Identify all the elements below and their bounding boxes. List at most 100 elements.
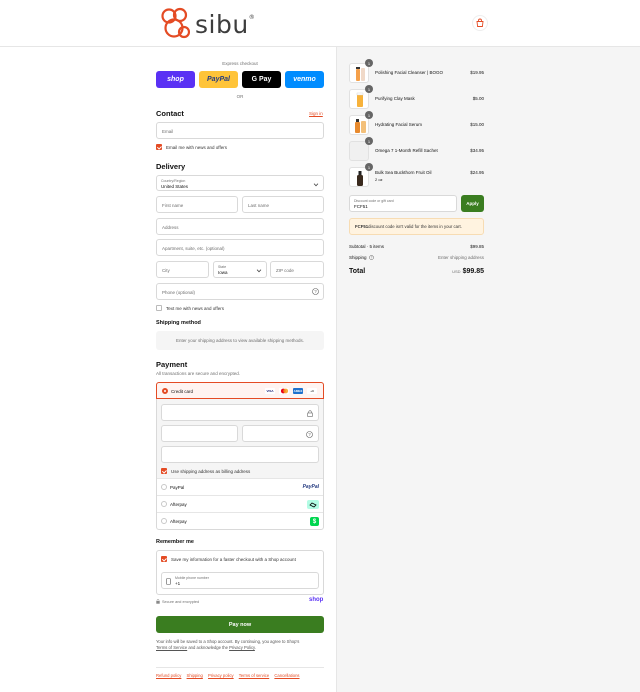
product-name: Polishing Facial Cleanser | BOGO [375,70,443,75]
more-cards-badge: +3 [307,388,317,394]
cashapp-afterpay-radio[interactable] [161,518,167,524]
shop-pay-button[interactable]: shop [156,71,195,88]
subtotal-label: Subtotal · 5 items [349,244,385,249]
privacy-link[interactable]: Privacy Policy [229,645,255,650]
amex-icon: AMEX [293,388,303,394]
brand-logo[interactable]: sibu® [160,7,255,41]
contact-heading: Contact [156,109,184,118]
footer-links: Refund policy Shipping Privacy policy Te… [156,673,304,678]
last-name-field[interactable]: Last name [242,196,324,213]
brand-name: sibu® [195,9,256,39]
billing-address-label: Use shipping address as billing address [171,468,251,474]
shipping-link[interactable]: Shipping [187,673,203,678]
shipping-value: Enter shipping address [437,255,484,260]
terms-of-service-link[interactable]: Terms of service [239,673,269,678]
paypal-button[interactable]: PayPal [199,71,238,88]
help-icon[interactable]: ? [368,255,374,260]
chevron-down-icon [256,267,262,273]
shipping-notice: Enter your shipping address to view avai… [156,331,324,350]
state-select[interactable]: State Iowa [213,261,267,278]
text-news-checkbox[interactable] [156,305,162,311]
phone-icon [166,578,171,585]
cash-app-icon: $ [310,517,319,526]
chevron-down-icon [313,181,319,187]
shop-logo: shop [309,597,324,603]
zip-field[interactable]: ZIP code [270,261,324,278]
cashapp-afterpay-option[interactable]: Afterpay $ [157,512,323,529]
help-icon[interactable]: ? [306,431,313,438]
privacy-policy-link[interactable]: Privacy policy [208,673,234,678]
product-price: $24.95 [470,170,484,175]
total-amount: USD $99.85 [452,268,484,275]
email-field[interactable]: Email [156,122,324,139]
subtotal-value: $99.85 [470,244,484,249]
save-info-checkbox[interactable] [161,556,167,562]
name-on-card-field[interactable] [161,446,319,463]
product-variant: 2 oz [375,177,383,182]
footer-divider [156,667,324,668]
order-summary [336,47,640,692]
mobile-phone-field[interactable]: Mobile phone number +1 [161,572,319,589]
product-name: Purifying Clay Mask [375,96,415,101]
shopping-bag-icon[interactable] [472,15,488,31]
discount-code-field[interactable]: Discount code or gift card FCF51 [349,195,457,212]
expiration-field[interactable] [161,425,238,442]
visa-icon: VISA [265,388,275,394]
phone-field[interactable]: Phone (optional) ? [156,283,324,300]
email-news-label: Email me with news and offers [166,144,227,150]
google-pay-button[interactable]: G Pay [242,71,281,88]
svg-text:?: ? [370,256,372,260]
afterpay-option[interactable]: Afterpay [157,495,323,512]
shipping-label: Shipping ? [349,255,374,260]
product-name: Hydrating Facial Serum [375,122,423,127]
refund-policy-link[interactable]: Refund policy [156,673,181,678]
sign-in-link[interactable]: Sign in [309,111,323,116]
product-name: Bulk Sea Buckthorn Fruit Oil [375,170,432,175]
legal-text: Your info will be saved to a Shop accoun… [156,639,300,650]
card-number-field[interactable] [161,404,319,421]
terms-link[interactable]: Terms of Service [156,645,187,650]
secure-encrypted: Secure and encrypted [156,599,199,604]
product-name: Omega 7 1-Month Refill Sachet [375,148,438,153]
discount-error: FCF51 discount code isn't valid for the … [349,218,484,235]
lock-icon [156,599,160,604]
mastercard-icon [279,388,289,394]
afterpay-radio[interactable] [161,501,167,507]
text-news-label: Text me with news and offers [166,305,224,311]
security-code-field[interactable]: ? [242,425,319,442]
header: sibu® [0,0,640,47]
express-checkout-title: Express checkout [222,61,258,66]
cancellations-link[interactable]: Cancellations [274,673,299,678]
svg-text:?: ? [314,289,317,294]
email-news-checkbox[interactable] [156,144,162,150]
pay-now-button[interactable]: Pay now [156,616,324,633]
paypal-option[interactable]: PayPal PayPal [157,478,323,495]
apply-button[interactable]: Apply [461,195,484,212]
paypal-logo: PayPal [302,484,319,490]
quantity-badge: 1 [365,137,373,145]
quantity-badge: 1 [365,59,373,67]
help-icon[interactable]: ? [312,288,319,295]
payment-heading: Payment [156,360,188,369]
quantity-badge: 1 [365,111,373,119]
product-price: $34.95 [470,148,484,153]
remember-me-heading: Remember me [156,539,194,545]
sibu-logo-icon [161,7,190,39]
country-select[interactable]: Country/Region United States [156,175,324,191]
first-name-field[interactable]: First name [156,196,238,213]
address-field[interactable]: Address [156,218,324,235]
or-divider: OR [236,94,244,99]
city-field[interactable]: City [156,261,209,278]
product-price: $19.95 [470,70,484,75]
venmo-button[interactable]: venmo [285,71,324,88]
total-label: Total [349,268,366,275]
billing-address-checkbox[interactable] [161,468,167,474]
apartment-field[interactable]: Apartment, suite, etc. (optional) [156,239,324,256]
credit-card-radio[interactable] [162,388,168,394]
delivery-heading: Delivery [156,162,186,171]
paypal-radio[interactable] [161,484,167,490]
credit-card-option[interactable]: Credit card VISA AMEX +3 [156,382,324,399]
afterpay-icon [307,500,319,509]
lock-icon [307,410,313,417]
quantity-badge: 1 [365,163,373,171]
